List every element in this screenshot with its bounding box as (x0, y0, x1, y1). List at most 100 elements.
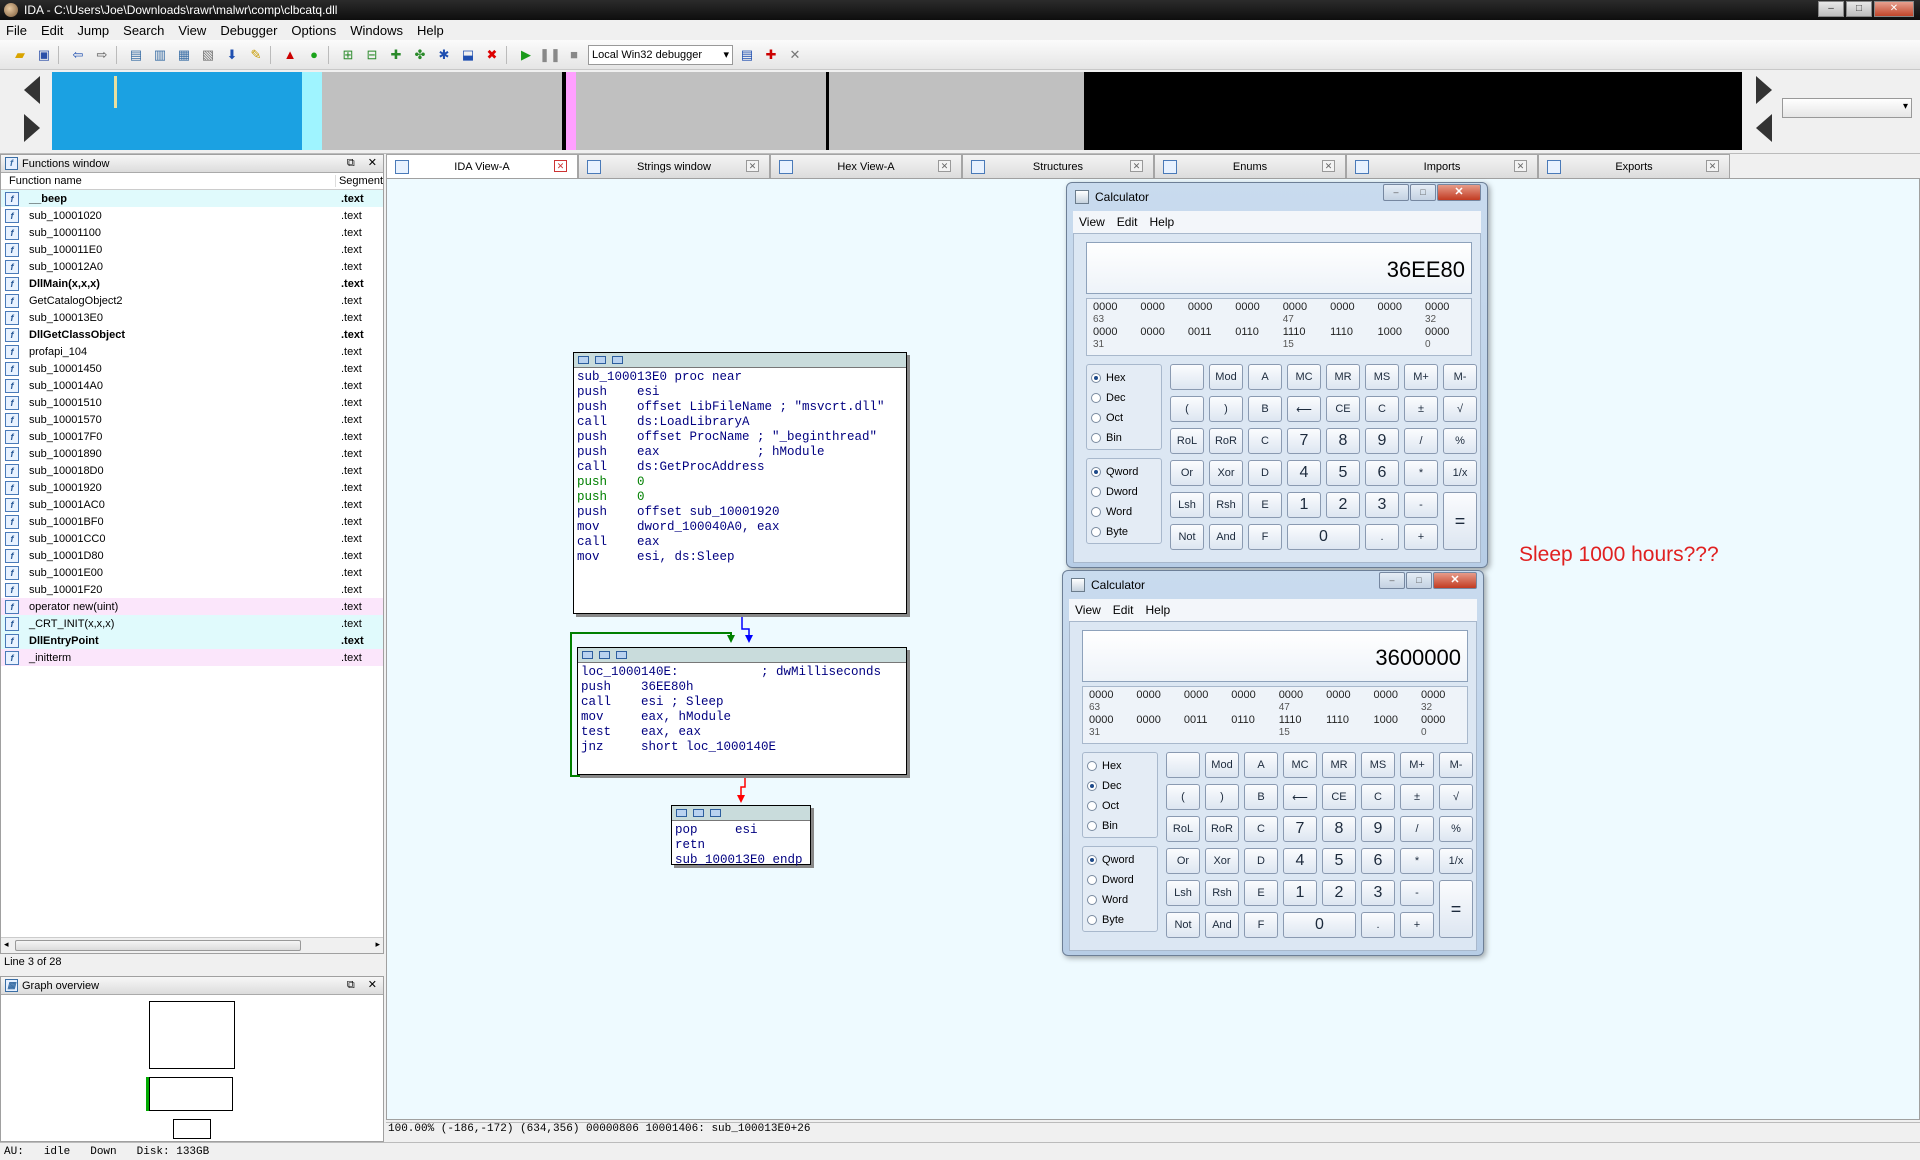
calc-key[interactable]: D (1248, 460, 1282, 486)
calc-key[interactable]: RoR (1205, 816, 1239, 842)
search-direction[interactable]: Down (90, 1146, 116, 1158)
calc-key[interactable]: + (1400, 912, 1434, 938)
bit-group[interactable]: 0000 (1425, 301, 1465, 314)
bit-group[interactable] (1188, 314, 1228, 326)
calc-key[interactable]: 8 (1326, 428, 1360, 454)
menu-debugger[interactable]: Debugger (220, 23, 277, 38)
menu-windows[interactable]: Windows (350, 23, 403, 38)
calc-key[interactable]: Xor (1209, 460, 1243, 486)
radio-bin[interactable]: Bin (1091, 428, 1161, 448)
bit-group[interactable]: 0000 (1421, 714, 1461, 727)
maximize-button[interactable]: □ (1846, 1, 1872, 17)
column-segment[interactable]: Segment (336, 175, 383, 187)
bit-group[interactable]: 0000 (1330, 301, 1370, 314)
bit-group[interactable]: 0000 (1378, 301, 1418, 314)
calc-key[interactable]: M+ (1400, 752, 1434, 778)
bit-group[interactable] (1235, 339, 1275, 351)
calc-key[interactable]: Or (1170, 460, 1204, 486)
close-button[interactable]: ✕ (1433, 572, 1477, 589)
bit-group[interactable]: 0000 (1279, 689, 1319, 702)
block-group-icon[interactable] (599, 651, 610, 659)
function-row[interactable]: f sub_10001890 .text (1, 445, 383, 462)
bit-group[interactable] (1184, 727, 1224, 739)
block-zoom-icon[interactable] (710, 809, 721, 817)
function-row[interactable]: f sub_10001F20 .text (1, 581, 383, 598)
menu-search[interactable]: Search (123, 23, 164, 38)
calc-key[interactable]: 4 (1287, 460, 1321, 486)
calc-key[interactable]: MS (1361, 752, 1395, 778)
function-row[interactable]: f _initterm .text (1, 649, 383, 666)
bit-group[interactable]: 0 (1425, 339, 1465, 351)
calculator-menu-view[interactable]: View (1075, 603, 1101, 617)
bit-group[interactable]: 0000 (1093, 301, 1133, 314)
calc-key[interactable]: MR (1326, 364, 1360, 390)
calc-key[interactable]: CE (1322, 784, 1356, 810)
radio-hex[interactable]: Hex (1091, 368, 1161, 388)
function-row[interactable]: f sub_10001570 .text (1, 411, 383, 428)
bit-group[interactable]: 31 (1089, 727, 1129, 739)
bit-group[interactable]: 0000 (1283, 301, 1323, 314)
calc-key[interactable]: / (1404, 428, 1438, 454)
block-zoom-icon[interactable] (616, 651, 627, 659)
calc-key[interactable]: ± (1400, 784, 1434, 810)
calc-key[interactable]: F (1244, 912, 1278, 938)
calc-key[interactable]: 3 (1361, 880, 1395, 906)
attach-icon[interactable]: ✚ (761, 45, 781, 65)
bit-group[interactable]: 0000 (1136, 714, 1176, 727)
calc-key[interactable]: 1/x (1443, 460, 1477, 486)
bit-group[interactable]: 15 (1279, 727, 1319, 739)
calc-key[interactable]: % (1443, 428, 1477, 454)
bit-group[interactable]: 32 (1425, 314, 1465, 326)
calc-key[interactable]: MS (1365, 364, 1399, 390)
jump-down-icon[interactable]: ⬇ (222, 45, 242, 65)
bit-group[interactable]: 32 (1421, 702, 1461, 714)
bit-group[interactable]: 0000 (1089, 689, 1129, 702)
calc-key[interactable]: Or (1166, 848, 1200, 874)
block-color-icon[interactable] (676, 809, 687, 817)
function-row[interactable]: f operator new(uint) .text (1, 598, 383, 615)
bit-group[interactable]: 0000 (1425, 326, 1465, 339)
save-icon[interactable]: ▣ (34, 45, 54, 65)
calc-key[interactable]: 7 (1287, 428, 1321, 454)
scroll-left-icon[interactable]: ◂ (4, 939, 9, 950)
tab-structures[interactable]: Structures ✕ (962, 154, 1154, 178)
float-panel-icon[interactable]: ⧉ (347, 157, 355, 169)
calc-key[interactable]: 9 (1365, 428, 1399, 454)
bit-group[interactable]: 0000 (1235, 301, 1275, 314)
bit-group[interactable] (1231, 702, 1271, 714)
calc-key[interactable]: - (1400, 880, 1434, 906)
close-tab-icon[interactable]: ✕ (938, 160, 951, 172)
bit-group[interactable]: 15 (1283, 339, 1323, 351)
calc-key[interactable]: % (1439, 816, 1473, 842)
calc-key[interactable]: M+ (1404, 364, 1438, 390)
bit-group[interactable] (1330, 339, 1370, 351)
bit-group[interactable]: 1110 (1279, 714, 1319, 727)
function-row[interactable]: f sub_100017F0 .text (1, 428, 383, 445)
bit-group[interactable] (1378, 339, 1418, 351)
calc-key[interactable]: 6 (1365, 460, 1399, 486)
add-struct-icon[interactable]: ⊞ (338, 45, 358, 65)
bit-group[interactable] (1140, 314, 1180, 326)
bit-group[interactable] (1136, 702, 1176, 714)
calc-key[interactable]: 0 (1287, 524, 1360, 550)
calc-key[interactable]: CE (1326, 396, 1360, 422)
function-row[interactable]: f sub_10001E00 .text (1, 564, 383, 581)
close-tab-icon[interactable]: ✕ (746, 160, 759, 172)
function-row[interactable]: f profapi_104 .text (1, 343, 383, 360)
tab-imports[interactable]: Imports ✕ (1346, 154, 1538, 178)
radio-word[interactable]: Word (1087, 890, 1157, 910)
block-group-icon[interactable] (693, 809, 704, 817)
close-tab-icon[interactable]: ✕ (1706, 160, 1719, 172)
calc-key[interactable]: - (1404, 492, 1438, 518)
calculator-window-dec[interactable]: Calculator – □ ✕ View Edit Help 3600000 0000 0000… (1062, 570, 1484, 956)
calc-key[interactable]: Mod (1205, 752, 1239, 778)
calc-key[interactable]: / (1400, 816, 1434, 842)
bit-group[interactable]: 0000 (1089, 714, 1129, 727)
bit-group[interactable] (1231, 727, 1271, 739)
calc-key[interactable]: Lsh (1170, 492, 1204, 518)
function-row[interactable]: f sub_10001BF0 .text (1, 513, 383, 530)
float-panel-icon[interactable]: ⧉ (347, 979, 355, 991)
block-zoom-icon[interactable] (612, 356, 623, 364)
bit-group[interactable]: 0000 (1374, 689, 1414, 702)
bit-group[interactable] (1326, 702, 1366, 714)
